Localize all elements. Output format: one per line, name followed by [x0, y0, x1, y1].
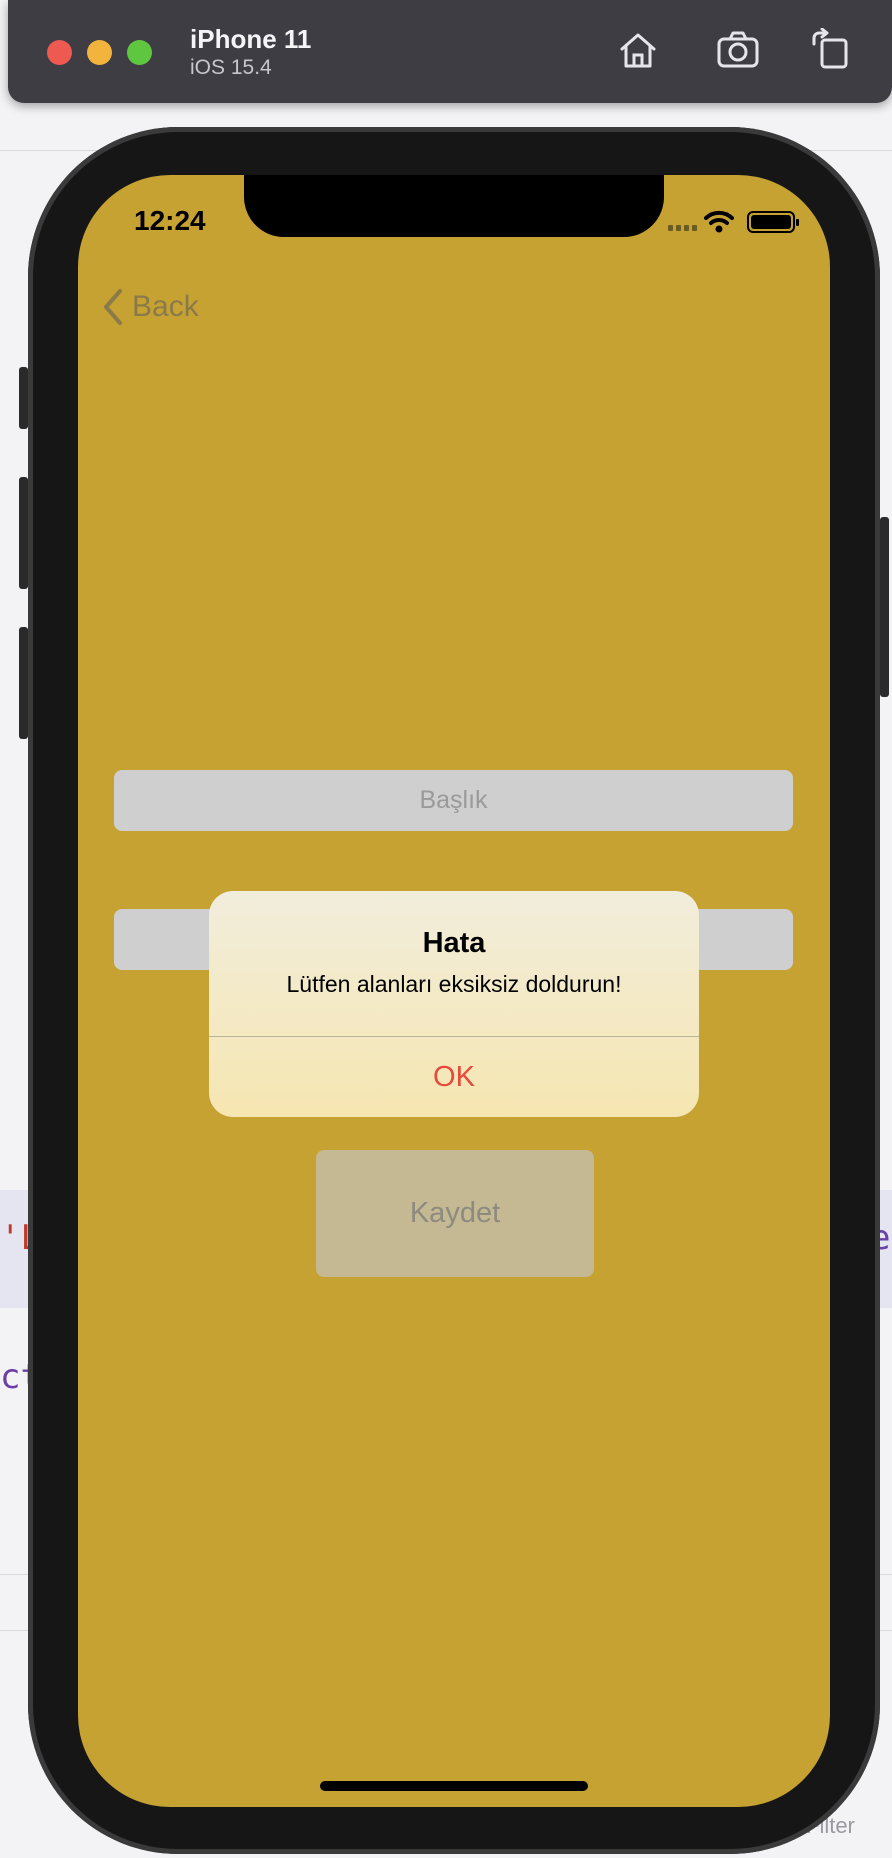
back-label: Back	[132, 290, 199, 323]
screenshot-icon[interactable]	[716, 28, 760, 72]
minimize-window-button[interactable]	[87, 40, 112, 65]
status-icons	[668, 210, 799, 233]
home-indicator[interactable]	[320, 1781, 588, 1791]
title-input[interactable]: Başlık	[114, 770, 793, 831]
device-name: iPhone 11	[190, 24, 312, 54]
back-button[interactable]: Back	[100, 285, 199, 329]
volume-down-button	[19, 627, 28, 739]
cellular-icon	[668, 225, 697, 231]
alert-message: Lütfen alanları eksiksiz doldurun!	[286, 971, 622, 997]
title-placeholder: Başlık	[419, 786, 488, 814]
alert-ok-label: OK	[433, 1060, 475, 1093]
save-label: Kaydet	[409, 1197, 501, 1229]
battery-icon	[747, 211, 799, 233]
mute-switch	[19, 367, 28, 429]
error-alert: Hata Lütfen alanları eksiksiz doldurun! …	[209, 891, 699, 1117]
simulator-titlebar: iPhone 11 iOS 15.4	[8, 0, 892, 103]
chevron-left-icon	[104, 289, 122, 325]
wifi-icon	[704, 210, 734, 233]
device-screen: 12:24 Back Başlık Kaydet Hata Lütfen ala…	[78, 175, 830, 1807]
status-time: 12:24	[134, 205, 206, 236]
zoom-window-button[interactable]	[127, 40, 152, 65]
device-os-version: iOS 15.4	[190, 56, 272, 79]
volume-up-button	[19, 477, 28, 589]
power-button	[880, 517, 889, 697]
save-button[interactable]: Kaydet	[316, 1150, 594, 1277]
alert-title: Hata	[422, 927, 486, 959]
notch	[244, 175, 664, 237]
close-window-button[interactable]	[47, 40, 72, 65]
alert-ok-button[interactable]: OK	[209, 1037, 699, 1117]
rotate-icon[interactable]	[810, 28, 854, 72]
home-icon[interactable]	[616, 28, 660, 72]
